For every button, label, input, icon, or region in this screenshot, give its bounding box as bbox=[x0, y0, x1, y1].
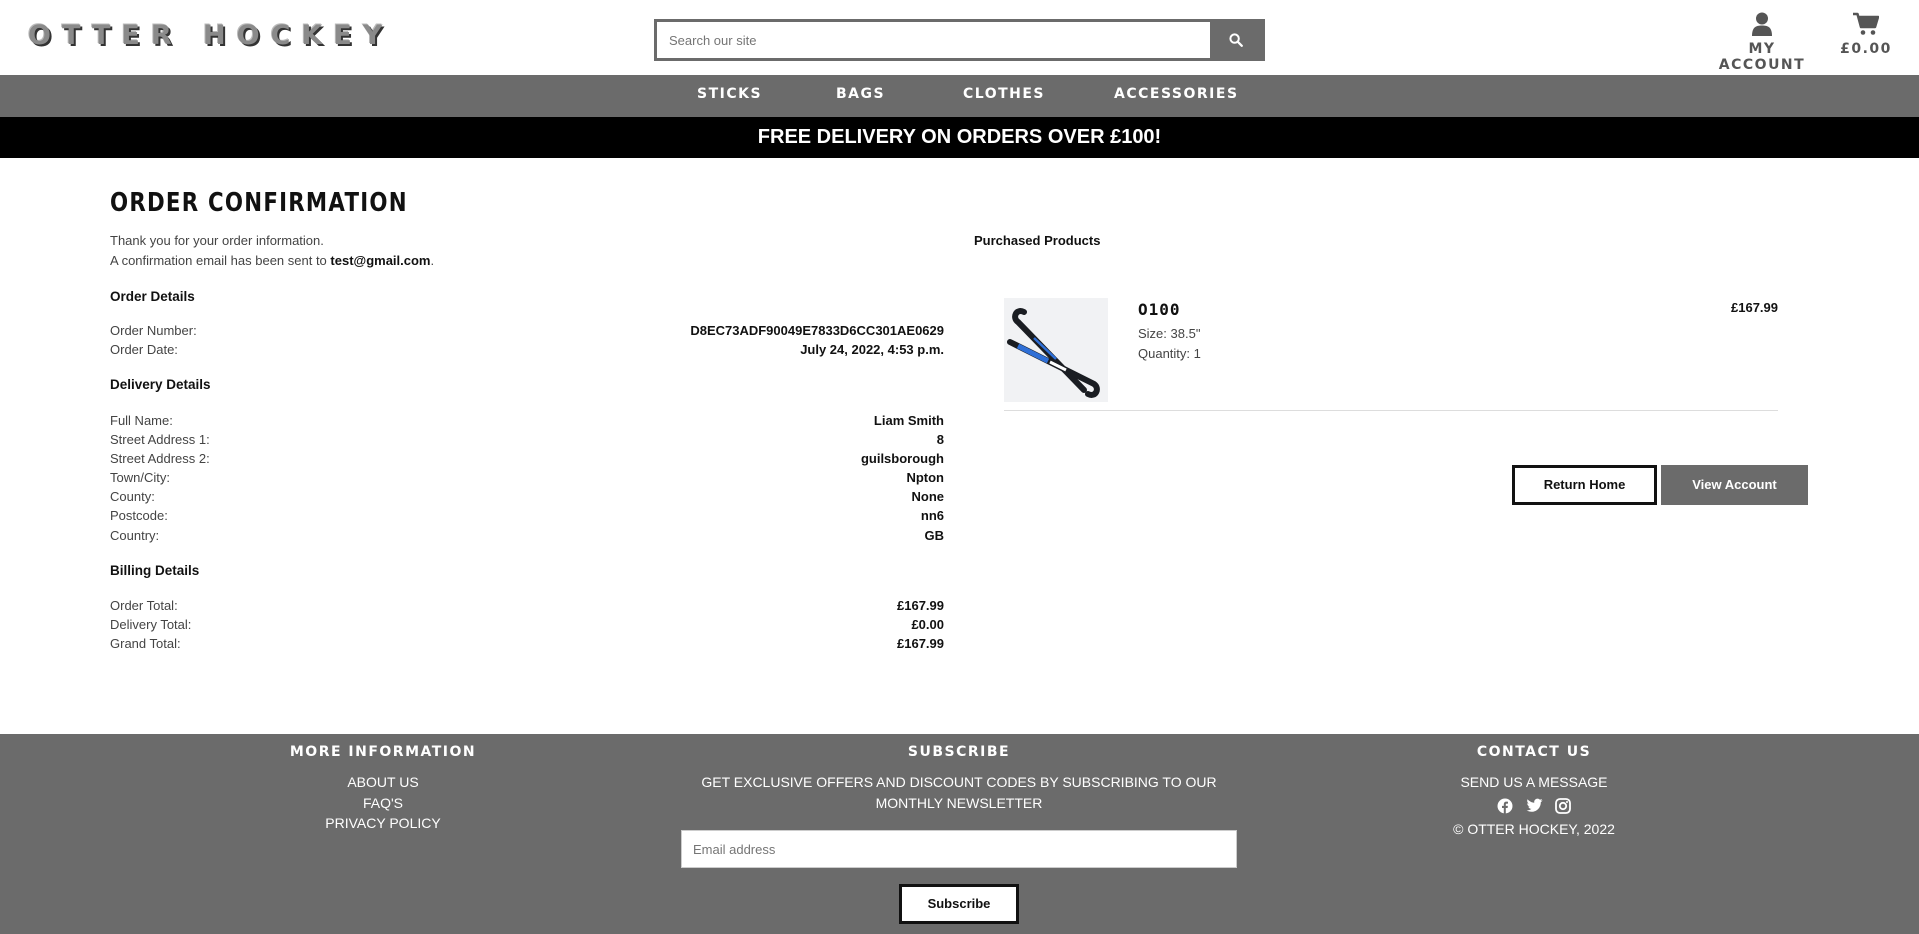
my-account-label: MY ACCOUNT bbox=[1718, 41, 1806, 73]
thank-you-text: Thank you for your order information. bbox=[110, 233, 324, 248]
bag-total: £0.00 bbox=[1840, 41, 1892, 57]
order-date-label: Order Date: bbox=[110, 342, 178, 357]
newsletter-email-input[interactable] bbox=[682, 831, 1236, 867]
delivery-banner: FREE DELIVERY ON ORDERS OVER £100! bbox=[0, 117, 1919, 158]
county-label: County: bbox=[110, 489, 155, 504]
delivery-total-value: £0.00 bbox=[911, 617, 944, 632]
product-image bbox=[1004, 298, 1108, 402]
search-button[interactable] bbox=[1210, 22, 1262, 58]
facebook-icon[interactable] bbox=[1497, 798, 1513, 814]
subscribe-text-line-2: MONTHLY NEWSLETTER bbox=[875, 795, 1043, 811]
confirmation-email-text: A confirmation email has been sent to te… bbox=[110, 253, 434, 268]
billing-details-heading: Billing Details bbox=[110, 563, 200, 578]
email-suffix: . bbox=[430, 253, 435, 268]
cart-icon bbox=[1853, 12, 1880, 35]
hockey-stick-image bbox=[1004, 298, 1108, 402]
instagram-icon[interactable] bbox=[1555, 798, 1571, 814]
delivery-total-label: Delivery Total: bbox=[110, 617, 192, 632]
full-name-value: Liam Smith bbox=[873, 413, 944, 428]
order-number-row: Order Number: D8EC73ADF90049E7833D6CC301… bbox=[110, 323, 944, 341]
return-home-button[interactable]: Return Home bbox=[1512, 465, 1657, 505]
user-icon bbox=[1752, 12, 1772, 36]
confirmation-email: test@gmail.com bbox=[330, 253, 431, 268]
site-footer: MORE INFORMATION ABOUT US FAQ'S PRIVACY … bbox=[0, 734, 1919, 934]
product-divider bbox=[1004, 410, 1778, 411]
country-value: GB bbox=[924, 528, 945, 543]
more-information-heading: MORE INFORMATION bbox=[289, 744, 477, 760]
email-prefix: A confirmation email has been sent to bbox=[110, 253, 331, 268]
my-account-link[interactable]: MY ACCOUNT bbox=[1712, 12, 1812, 73]
order-total-value: £167.99 bbox=[897, 598, 944, 613]
street-address-2-label: Street Address 2: bbox=[110, 451, 210, 466]
search-icon bbox=[1229, 33, 1243, 47]
postcode-value: nn6 bbox=[920, 508, 944, 523]
twitter-icon[interactable] bbox=[1526, 798, 1543, 813]
town-city-label: Town/City: bbox=[110, 470, 170, 485]
nav-item-sticks[interactable]: STICKS bbox=[697, 86, 762, 102]
street-address-1-label: Street Address 1: bbox=[110, 432, 210, 447]
copyright-text: © OTTER HOCKEY, 2022 bbox=[1453, 821, 1615, 837]
delivery-details-heading: Delivery Details bbox=[110, 377, 211, 392]
full-name-label: Full Name: bbox=[110, 413, 173, 428]
purchased-products-heading: Purchased Products bbox=[974, 233, 1101, 248]
product-size: Size: 38.5" bbox=[1138, 326, 1201, 341]
faqs-link[interactable]: FAQ'S bbox=[283, 795, 483, 811]
street-address-2-row: Street Address 2: guilsborough bbox=[110, 451, 944, 469]
county-value: None bbox=[911, 489, 945, 504]
view-account-button[interactable]: View Account bbox=[1661, 465, 1808, 505]
order-total-row: Order Total: £167.99 bbox=[110, 598, 944, 616]
subscribe-button[interactable]: Subscribe bbox=[899, 884, 1019, 924]
country-label: Country: bbox=[110, 528, 160, 543]
county-row: County: None bbox=[110, 489, 944, 507]
page-title: ORDER CONFIRMATION bbox=[110, 188, 408, 218]
town-city-row: Town/City: Npton bbox=[110, 470, 944, 488]
subscribe-text-line-1: GET EXCLUSIVE OFFERS AND DISCOUNT CODES … bbox=[701, 774, 1217, 790]
postcode-row: Postcode: nn6 bbox=[110, 508, 944, 526]
social-links bbox=[1497, 798, 1571, 814]
delivery-total-row: Delivery Total: £0.00 bbox=[110, 617, 944, 635]
street-address-2-value: guilsborough bbox=[860, 451, 944, 466]
street-address-1-value: 8 bbox=[936, 432, 944, 447]
send-message-link[interactable]: SEND US A MESSAGE bbox=[1434, 774, 1634, 790]
nav-item-bags[interactable]: BAGS bbox=[836, 86, 885, 102]
order-date-row: Order Date: July 24, 2022, 4:53 p.m. bbox=[110, 342, 944, 360]
product-quantity: Quantity: 1 bbox=[1138, 346, 1201, 361]
main-nav: STICKS BAGS CLOTHES ACCESSORIES bbox=[0, 75, 1919, 117]
shopping-bag-link[interactable]: £0.00 bbox=[1836, 12, 1896, 57]
grand-total-row: Grand Total: £167.99 bbox=[110, 636, 944, 654]
contact-us-heading: CONTACT US bbox=[1476, 744, 1592, 760]
search-input[interactable] bbox=[657, 22, 1210, 58]
search-form bbox=[654, 19, 1265, 61]
privacy-policy-link[interactable]: PRIVACY POLICY bbox=[283, 815, 483, 831]
street-address-1-row: Street Address 1: 8 bbox=[110, 432, 944, 450]
order-number-label: Order Number: bbox=[110, 323, 197, 338]
about-us-link[interactable]: ABOUT US bbox=[283, 774, 483, 790]
country-row: Country: GB bbox=[110, 528, 944, 546]
full-name-row: Full Name: Liam Smith bbox=[110, 413, 944, 431]
order-date-value: July 24, 2022, 4:53 p.m. bbox=[800, 342, 944, 357]
nav-item-clothes[interactable]: CLOTHES bbox=[963, 86, 1045, 102]
site-logo[interactable]: OTTER HOCKEY bbox=[28, 20, 393, 51]
site-header: OTTER HOCKEY MY ACCOUNT £0.00 bbox=[0, 0, 1919, 75]
town-city-value: Npton bbox=[906, 470, 944, 485]
grand-total-value: £167.99 bbox=[897, 636, 944, 651]
postcode-label: Postcode: bbox=[110, 508, 168, 523]
product-name: O100 bbox=[1138, 300, 1181, 319]
newsletter-email-field bbox=[681, 830, 1237, 868]
nav-item-accessories[interactable]: ACCESSORIES bbox=[1114, 86, 1239, 102]
order-number-value: D8EC73ADF90049E7833D6CC301AE0629 bbox=[690, 323, 944, 338]
product-price: £167.99 bbox=[1731, 300, 1778, 315]
order-details-heading: Order Details bbox=[110, 289, 195, 304]
subscribe-heading: SUBSCRIBE bbox=[907, 744, 1011, 760]
order-total-label: Order Total: bbox=[110, 598, 178, 613]
grand-total-label: Grand Total: bbox=[110, 636, 181, 651]
